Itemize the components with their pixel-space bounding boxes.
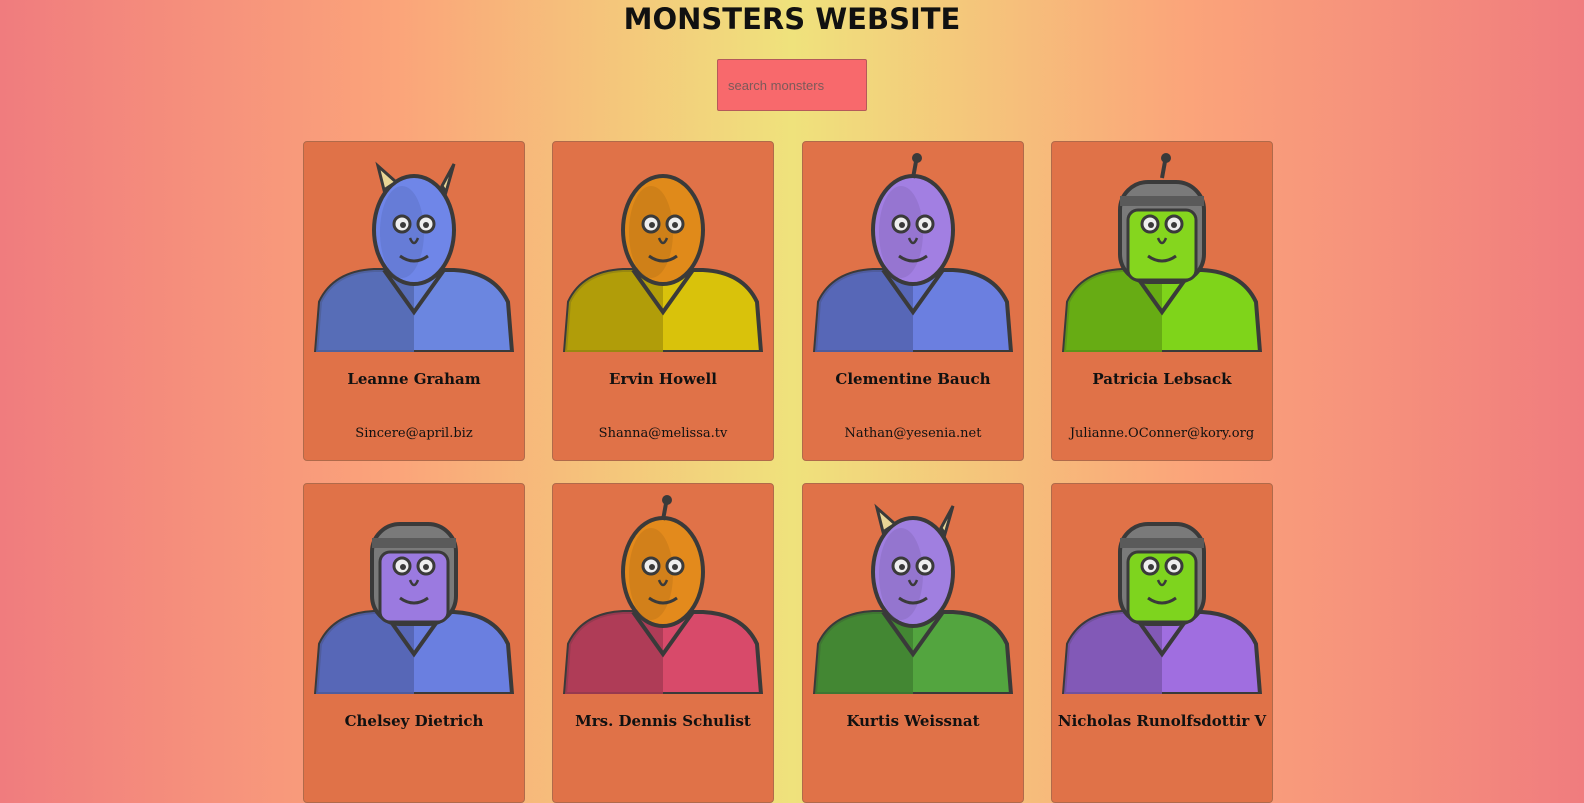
monster-name: Leanne Graham — [347, 370, 481, 388]
monster-name: Clementine Bauch — [835, 370, 991, 388]
page-title: MONSTERS WEBSITE — [623, 2, 961, 36]
monster-card: Kurtis Weissnat — [802, 483, 1024, 803]
monster-card: Ervin Howell Shanna@melissa.tv — [552, 141, 774, 461]
monster-card: Clementine Bauch Nathan@yesenia.net — [802, 141, 1024, 461]
monster-name: Kurtis Weissnat — [846, 712, 980, 730]
monster-name: Nicholas Runolfsdottir V — [1057, 712, 1267, 730]
monster-image — [313, 152, 515, 354]
monster-name: Ervin Howell — [609, 370, 717, 388]
monster-name: Mrs. Dennis Schulist — [575, 712, 751, 730]
monster-card: Leanne Graham Sincere@april.biz — [303, 141, 525, 461]
monster-image — [812, 494, 1014, 696]
monster-email: Shanna@melissa.tv — [598, 426, 728, 441]
monster-image — [313, 494, 515, 696]
monster-email: Sincere@april.biz — [355, 426, 473, 441]
monster-name: Patricia Lebsack — [1092, 370, 1232, 388]
monster-name: Chelsey Dietrich — [344, 712, 484, 730]
monster-card: Chelsey Dietrich — [303, 483, 525, 803]
monster-card: Patricia Lebsack Julianne.OConner@kory.or… — [1051, 141, 1273, 461]
monster-email: Nathan@yesenia.net — [844, 426, 982, 441]
monster-image — [812, 152, 1014, 354]
monster-image — [1061, 494, 1263, 696]
monster-email: Julianne.OConner@kory.org — [1069, 426, 1255, 441]
search-input[interactable] — [717, 59, 867, 111]
monster-image — [1061, 152, 1263, 354]
monster-image — [562, 494, 764, 696]
monster-card: Mrs. Dennis Schulist — [552, 483, 774, 803]
monster-card: Nicholas Runolfsdottir V — [1051, 483, 1273, 803]
monster-image — [562, 152, 764, 354]
